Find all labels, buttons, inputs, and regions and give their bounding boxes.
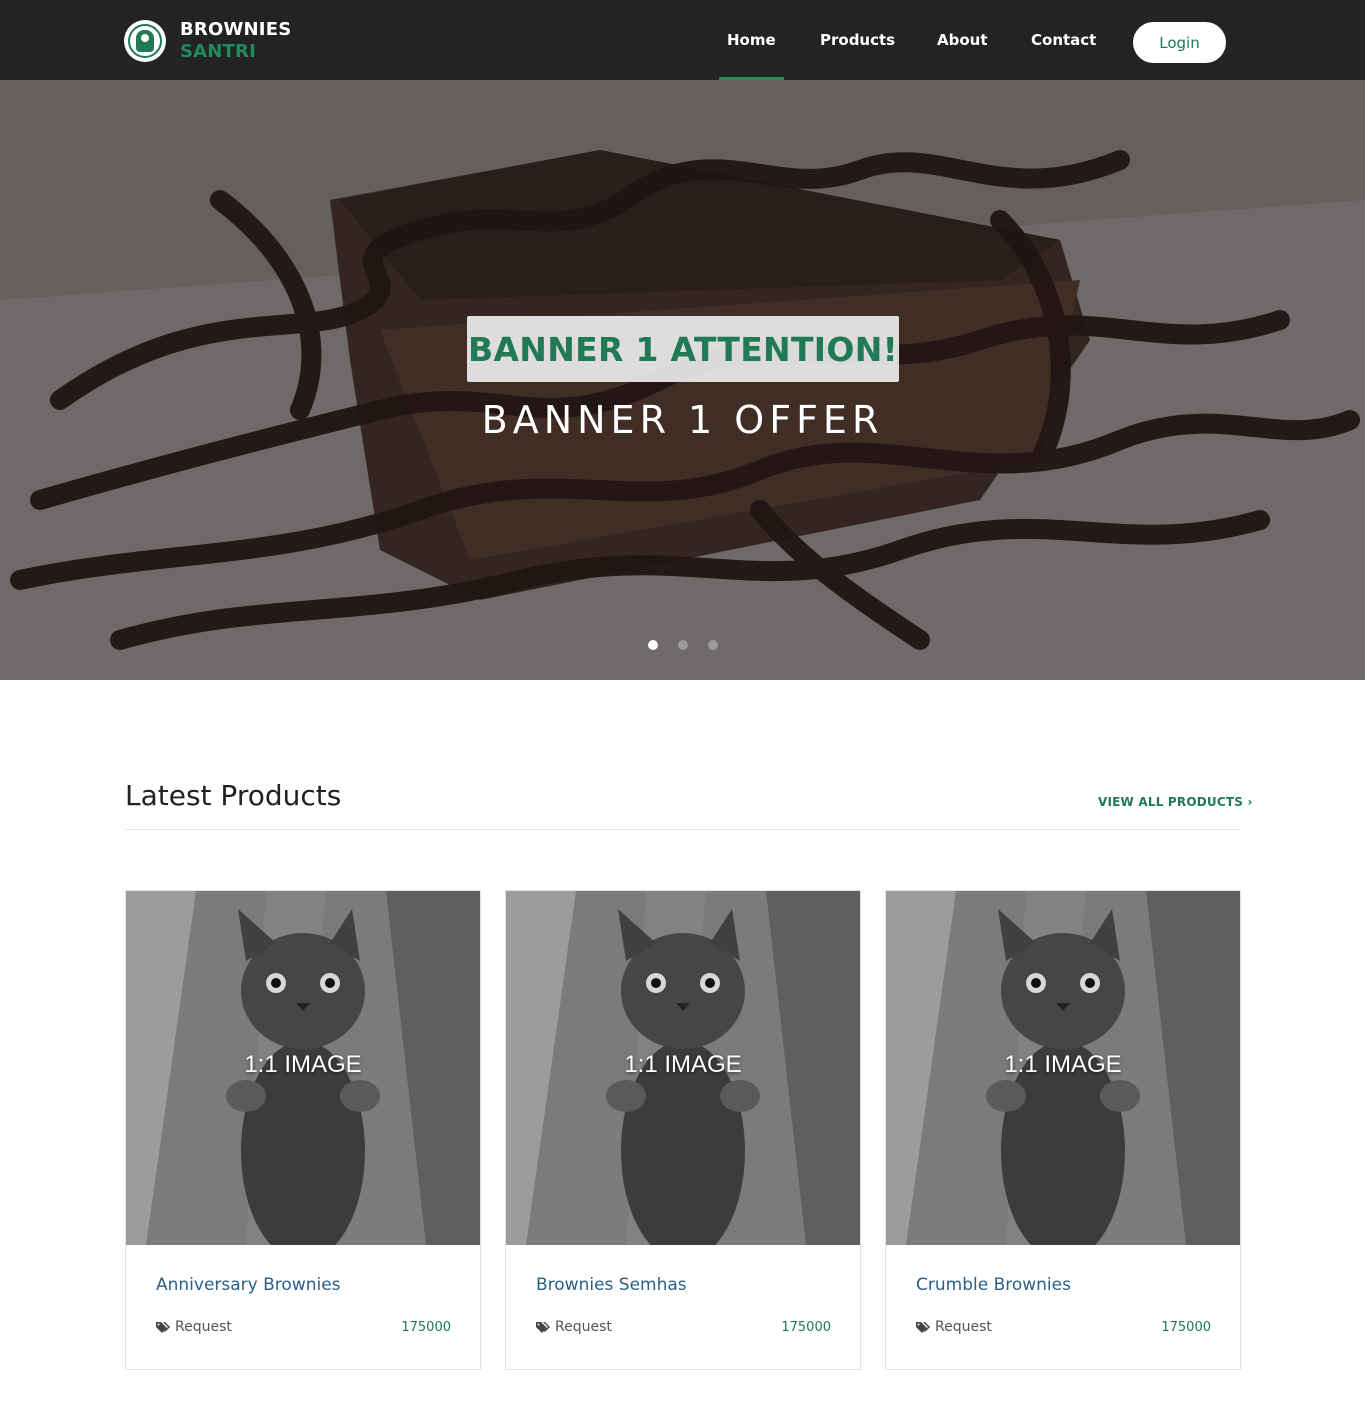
product-category: Request [156,1319,232,1335]
brand-name: BROWNIES SANTRI [180,19,291,62]
navbar: BROWNIES SANTRI Home Products About Cont… [0,0,1365,80]
product-category: Request [916,1319,992,1335]
product-category: Request [536,1319,612,1335]
product-name-link[interactable]: Anniversary Brownies [156,1275,341,1295]
product-card[interactable]: 1:1 IMAGE Anniversary Brownies Request 1… [125,890,481,1370]
chevron-right-icon: › [1247,795,1253,809]
view-all-products-link[interactable]: VIEW ALL PRODUCTS › [1098,795,1253,809]
product-image[interactable]: 1:1 IMAGE [126,891,480,1245]
carousel-dot-2[interactable] [678,640,688,650]
hero-carousel[interactable]: BANNER 1 ATTENTION! BANNER 1 OFFER [0,80,1365,680]
latest-products-title: Latest Products [125,779,342,812]
product-image[interactable]: 1:1 IMAGE [886,891,1240,1245]
product-price: 175000 [401,1320,451,1335]
login-button[interactable]: Login [1133,22,1226,63]
banner-attention-box: BANNER 1 ATTENTION! [467,316,899,382]
tags-icon [156,1321,170,1333]
nav-about[interactable]: About [937,0,988,80]
carousel-indicators [648,640,718,650]
nav-home[interactable]: Home [719,0,784,80]
tags-icon [916,1321,930,1333]
product-image[interactable]: 1:1 IMAGE [506,891,860,1245]
product-category-label: Request [555,1319,612,1335]
banner-attention-text: BANNER 1 ATTENTION! [468,329,898,369]
image-placeholder-label: 1:1 IMAGE [244,1051,362,1078]
product-category-label: Request [935,1319,992,1335]
product-card[interactable]: 1:1 IMAGE Brownies Semhas Request 175000 [505,890,861,1370]
product-price: 175000 [781,1320,831,1335]
banner-offer-text: BANNER 1 OFFER [481,398,884,442]
image-placeholder-label: 1:1 IMAGE [1004,1051,1122,1078]
tags-icon [536,1321,550,1333]
nav-products[interactable]: Products [820,0,895,80]
section-divider [125,829,1240,830]
brand-logo-icon [124,20,166,62]
product-category-label: Request [175,1319,232,1335]
brand-name-line2: SANTRI [180,41,256,62]
product-name-link[interactable]: Crumble Brownies [916,1275,1071,1295]
carousel-dot-3[interactable] [708,640,718,650]
brand-name-line1: BROWNIES [180,19,292,41]
nav-contact[interactable]: Contact [1031,0,1096,80]
product-name-link[interactable]: Brownies Semhas [536,1275,687,1295]
product-price: 175000 [1161,1320,1211,1335]
carousel-dot-1[interactable] [648,640,658,650]
product-card[interactable]: 1:1 IMAGE Crumble Brownies Request 17500… [885,890,1241,1370]
view-all-products-label: VIEW ALL PRODUCTS [1098,795,1244,809]
brand-logo-link[interactable]: BROWNIES SANTRI [124,19,291,63]
image-placeholder-label: 1:1 IMAGE [624,1051,742,1078]
